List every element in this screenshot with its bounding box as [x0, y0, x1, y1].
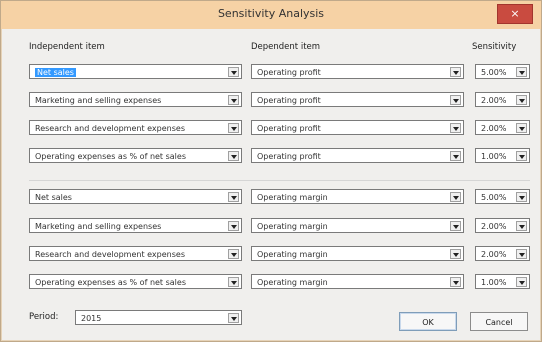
independent-item-header: Independent item: [29, 42, 105, 52]
cancel-button[interactable]: Cancel: [470, 312, 528, 331]
sensitivity-header: Sensitivity: [472, 42, 517, 52]
dependent-value: Operating profit: [257, 68, 321, 77]
chevron-down-icon[interactable]: [450, 192, 461, 202]
sensitivity-row-4: Operating expenses as % of net sales Ope…: [1, 148, 541, 168]
sensitivity-select[interactable]: 5.00%: [475, 64, 530, 79]
chevron-down-icon[interactable]: [228, 221, 239, 231]
sensitivity-value: 2.00%: [481, 96, 507, 105]
sensitivity-select[interactable]: 2.00%: [475, 246, 530, 261]
sensitivity-value: 5.00%: [481, 68, 507, 77]
dependent-value: Operating margin: [257, 250, 328, 259]
dependent-item-select[interactable]: Operating profit: [251, 92, 464, 107]
chevron-down-icon[interactable]: [228, 151, 239, 161]
chevron-down-icon[interactable]: [516, 221, 527, 231]
independent-item-select[interactable]: Operating expenses as % of net sales: [29, 274, 242, 289]
independent-item-select[interactable]: Net sales: [29, 64, 242, 79]
chevron-down-icon[interactable]: [450, 67, 461, 77]
independent-value: Research and development expenses: [35, 124, 185, 133]
period-select[interactable]: 2015: [75, 310, 242, 325]
sensitivity-select[interactable]: 1.00%: [475, 148, 530, 163]
chevron-down-icon[interactable]: [228, 95, 239, 105]
chevron-down-icon[interactable]: [516, 249, 527, 259]
sensitivity-row-1: Net sales Operating profit 5.00%: [1, 64, 541, 84]
section-divider: [29, 180, 530, 181]
chevron-down-icon[interactable]: [228, 313, 239, 323]
independent-item-select[interactable]: Marketing and selling expenses: [29, 92, 242, 107]
sensitivity-value: 2.00%: [481, 124, 507, 133]
sensitivity-value: 5.00%: [481, 193, 507, 202]
independent-value: Net sales: [35, 193, 72, 202]
sensitivity-select[interactable]: 2.00%: [475, 92, 530, 107]
chevron-down-icon[interactable]: [450, 221, 461, 231]
period-value: 2015: [81, 314, 102, 323]
sensitivity-select[interactable]: 2.00%: [475, 120, 530, 135]
independent-item-select[interactable]: Research and development expenses: [29, 120, 242, 135]
sensitivity-value: 1.00%: [481, 152, 507, 161]
dependent-item-select[interactable]: Operating profit: [251, 148, 464, 163]
independent-value: Operating expenses as % of net sales: [35, 278, 186, 287]
chevron-down-icon[interactable]: [450, 95, 461, 105]
sensitivity-select[interactable]: 1.00%: [475, 274, 530, 289]
chevron-down-icon[interactable]: [516, 123, 527, 133]
chevron-down-icon[interactable]: [450, 249, 461, 259]
chevron-down-icon[interactable]: [228, 67, 239, 77]
dependent-item-select[interactable]: Operating profit: [251, 64, 464, 79]
sensitivity-row-8: Operating expenses as % of net sales Ope…: [1, 274, 541, 294]
sensitivity-dialog: Sensitivity Analysis × Independent item …: [0, 0, 542, 342]
dependent-value: Operating margin: [257, 222, 328, 231]
chevron-down-icon[interactable]: [228, 192, 239, 202]
independent-value: Marketing and selling expenses: [35, 96, 162, 105]
chevron-down-icon[interactable]: [450, 277, 461, 287]
independent-item-select[interactable]: Net sales: [29, 189, 242, 204]
chevron-down-icon[interactable]: [228, 277, 239, 287]
selected-text: Net sales: [35, 68, 76, 77]
dependent-value: Operating margin: [257, 193, 328, 202]
title-bar: Sensitivity Analysis ×: [1, 1, 541, 29]
chevron-down-icon[interactable]: [516, 277, 527, 287]
chevron-down-icon[interactable]: [516, 67, 527, 77]
chevron-down-icon[interactable]: [228, 123, 239, 133]
dependent-value: Operating profit: [257, 124, 321, 133]
independent-item-select[interactable]: Research and development expenses: [29, 246, 242, 261]
dependent-item-select[interactable]: Operating profit: [251, 120, 464, 135]
dialog-title: Sensitivity Analysis: [217, 7, 325, 20]
independent-item-select[interactable]: Marketing and selling expenses: [29, 218, 242, 233]
dependent-value: Operating margin: [257, 278, 328, 287]
dependent-item-header: Dependent item: [251, 42, 321, 52]
sensitivity-value: 2.00%: [481, 250, 507, 259]
independent-value: Research and development expenses: [35, 250, 185, 259]
sensitivity-row-5: Net sales Operating margin 5.00%: [1, 189, 541, 209]
sensitivity-row-6: Marketing and selling expenses Operating…: [1, 218, 541, 238]
sensitivity-row-7: Research and development expenses Operat…: [1, 246, 541, 266]
dependent-value: Operating profit: [257, 96, 321, 105]
independent-value: Marketing and selling expenses: [35, 222, 162, 231]
chevron-down-icon[interactable]: [516, 192, 527, 202]
dependent-value: Operating profit: [257, 152, 321, 161]
chevron-down-icon[interactable]: [228, 249, 239, 259]
dependent-item-select[interactable]: Operating margin: [251, 274, 464, 289]
dependent-item-select[interactable]: Operating margin: [251, 246, 464, 261]
sensitivity-select[interactable]: 5.00%: [475, 189, 530, 204]
chevron-down-icon[interactable]: [450, 151, 461, 161]
chevron-down-icon[interactable]: [450, 123, 461, 133]
sensitivity-value: 2.00%: [481, 222, 507, 231]
sensitivity-value: 1.00%: [481, 278, 507, 287]
chevron-down-icon[interactable]: [516, 95, 527, 105]
chevron-down-icon[interactable]: [516, 151, 527, 161]
dependent-item-select[interactable]: Operating margin: [251, 218, 464, 233]
sensitivity-row-2: Marketing and selling expenses Operating…: [1, 92, 541, 112]
close-button[interactable]: ×: [497, 4, 533, 24]
sensitivity-select[interactable]: 2.00%: [475, 218, 530, 233]
sensitivity-row-3: Research and development expenses Operat…: [1, 120, 541, 140]
independent-item-select[interactable]: Operating expenses as % of net sales: [29, 148, 242, 163]
period-label: Period:: [29, 312, 59, 322]
independent-value: Operating expenses as % of net sales: [35, 152, 186, 161]
dependent-item-select[interactable]: Operating margin: [251, 189, 464, 204]
ok-button[interactable]: OK: [399, 312, 457, 331]
